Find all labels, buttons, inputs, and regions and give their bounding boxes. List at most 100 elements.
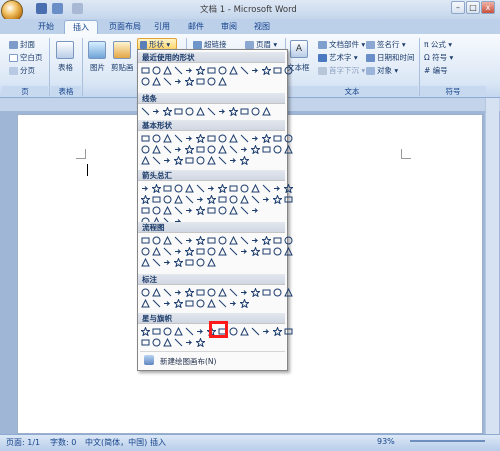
shape-icon[interactable]	[206, 194, 216, 205]
save-icon[interactable]	[36, 3, 47, 14]
shape-icon[interactable]	[162, 65, 172, 76]
zoom-slider[interactable]	[410, 440, 485, 442]
shape-icon[interactable]	[261, 183, 271, 194]
shape-icon[interactable]	[184, 144, 194, 155]
shape-icon[interactable]	[151, 326, 161, 337]
shape-icon[interactable]	[228, 287, 238, 298]
shape-icon[interactable]	[206, 155, 216, 166]
shape-icon[interactable]	[140, 337, 150, 348]
shape-icon[interactable]	[228, 144, 238, 155]
shape-icon[interactable]	[140, 106, 150, 117]
shape-icon[interactable]	[195, 337, 205, 348]
tab-references[interactable]: 引用	[146, 20, 178, 34]
numbering-button[interactable]: # 编号	[424, 65, 448, 76]
new-canvas-item[interactable]: 新建绘图画布(N)	[140, 351, 285, 367]
shape-icon[interactable]	[173, 194, 183, 205]
shape-icon[interactable]	[283, 326, 293, 337]
minimize-button[interactable]: –	[451, 1, 465, 14]
shape-icon[interactable]	[239, 205, 249, 216]
shape-icon[interactable]	[217, 155, 227, 166]
shape-icon[interactable]	[184, 106, 194, 117]
word-count[interactable]: 字数: 0	[50, 437, 76, 448]
signature-line-button[interactable]: 签名行 ▾	[366, 39, 406, 50]
shape-icon[interactable]	[151, 106, 161, 117]
shape-icon[interactable]	[239, 65, 249, 76]
undo-icon[interactable]	[52, 3, 63, 14]
shape-icon[interactable]	[162, 326, 172, 337]
shape-icon[interactable]	[283, 287, 293, 298]
shape-icon[interactable]	[217, 183, 227, 194]
shape-icon[interactable]	[195, 326, 205, 337]
shape-icon[interactable]	[217, 133, 227, 144]
shape-icon[interactable]	[184, 194, 194, 205]
shape-icon[interactable]	[228, 205, 238, 216]
shape-icon[interactable]	[173, 106, 183, 117]
insert-mode[interactable]: 插入	[150, 437, 166, 448]
shape-icon[interactable]	[250, 133, 260, 144]
shape-icon[interactable]	[162, 106, 172, 117]
zoom-level[interactable]: 93%	[377, 437, 395, 446]
shape-icon[interactable]	[206, 106, 216, 117]
shape-icon[interactable]	[206, 257, 216, 268]
shape-icon[interactable]	[184, 76, 194, 87]
shape-icon[interactable]	[173, 144, 183, 155]
shape-icon[interactable]	[151, 246, 161, 257]
shape-icon[interactable]	[195, 76, 205, 87]
shape-icon[interactable]	[228, 235, 238, 246]
shape-icon[interactable]	[206, 144, 216, 155]
shape-icon[interactable]	[272, 287, 282, 298]
shape-icon[interactable]	[217, 76, 227, 87]
shape-icon[interactable]	[283, 65, 293, 76]
shape-icon[interactable]	[140, 144, 150, 155]
shape-icon[interactable]	[239, 133, 249, 144]
shape-icon[interactable]	[195, 235, 205, 246]
shape-icon[interactable]	[151, 155, 161, 166]
shape-icon[interactable]	[184, 257, 194, 268]
shape-icon[interactable]	[261, 326, 271, 337]
shape-icon[interactable]	[206, 205, 216, 216]
shape-icon[interactable]	[228, 155, 238, 166]
equation-button[interactable]: π 公式 ▾	[424, 39, 452, 50]
shape-icon[interactable]	[151, 287, 161, 298]
shape-icon[interactable]	[184, 287, 194, 298]
shape-icon[interactable]	[162, 257, 172, 268]
shape-icon[interactable]	[151, 133, 161, 144]
table-button[interactable]: 表格	[58, 62, 73, 73]
shape-icon[interactable]	[173, 326, 183, 337]
shape-icon[interactable]	[228, 65, 238, 76]
shape-icon[interactable]	[261, 133, 271, 144]
vertical-scrollbar[interactable]	[485, 98, 499, 434]
shape-icon[interactable]	[228, 183, 238, 194]
shape-icon[interactable]	[283, 246, 293, 257]
shape-icon[interactable]	[184, 337, 194, 348]
shape-icon[interactable]	[195, 133, 205, 144]
shape-icon[interactable]	[173, 205, 183, 216]
table-icon[interactable]	[56, 41, 74, 59]
shape-icon[interactable]	[272, 183, 282, 194]
shape-icon[interactable]	[184, 133, 194, 144]
shape-icon[interactable]	[195, 257, 205, 268]
shape-icon[interactable]	[162, 287, 172, 298]
shape-icon[interactable]	[239, 144, 249, 155]
shape-icon[interactable]	[217, 205, 227, 216]
shape-icon[interactable]	[162, 133, 172, 144]
shape-icon[interactable]	[184, 155, 194, 166]
redo-icon[interactable]	[72, 3, 83, 14]
datetime-button[interactable]: 日期和时间	[366, 52, 415, 63]
shape-icon[interactable]	[140, 155, 150, 166]
symbol-button[interactable]: Ω 符号 ▾	[424, 52, 453, 63]
shape-icon[interactable]	[239, 194, 249, 205]
cover-page-button[interactable]: 封面	[9, 39, 35, 50]
shape-icon[interactable]	[162, 76, 172, 87]
shape-icon[interactable]	[250, 235, 260, 246]
shape-icon[interactable]	[206, 287, 216, 298]
shape-icon[interactable]	[151, 194, 161, 205]
close-button[interactable]: x	[481, 1, 495, 14]
shape-icon[interactable]	[272, 326, 282, 337]
shape-icon[interactable]	[173, 155, 183, 166]
shape-icon[interactable]	[162, 246, 172, 257]
shape-icon[interactable]	[162, 155, 172, 166]
shape-icon[interactable]	[162, 298, 172, 309]
maximize-button[interactable]: □	[466, 1, 480, 14]
shape-icon[interactable]	[173, 246, 183, 257]
